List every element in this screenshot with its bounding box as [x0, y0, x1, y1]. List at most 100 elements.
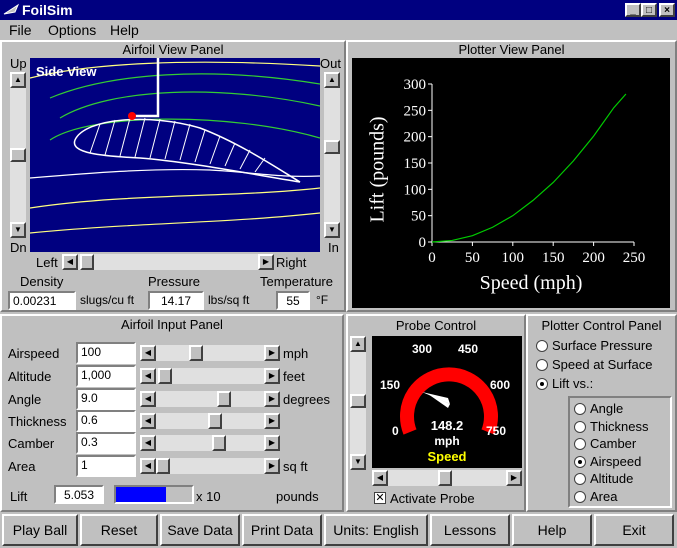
airfoil-view-canvas[interactable]: Side View [30, 58, 320, 252]
probe-horizontal-scrollbar[interactable]: ◀ ▶ [372, 470, 522, 486]
lift-vs-radio-thickness[interactable] [574, 420, 586, 433]
x-tick-label: 150 [542, 250, 565, 266]
lift-vs-radio-airspeed[interactable] [574, 455, 586, 468]
lift-vs-label-camber[interactable]: Camber [590, 436, 636, 451]
lift-vs-label-angle[interactable]: Angle [590, 401, 623, 416]
airspeed-slider[interactable]: ◀ ▶ [140, 345, 280, 361]
activate-probe-checkbox[interactable]: ✕ [374, 492, 386, 504]
lift-vs-label-altitude[interactable]: Altitude [590, 471, 633, 486]
thickness-label: Thickness [8, 414, 67, 429]
up-label: Up [10, 56, 27, 71]
thickness-slider-left-button[interactable]: ◀ [140, 413, 156, 429]
angle-slider[interactable]: ◀ ▶ [140, 391, 280, 407]
minimize-button[interactable]: _ [625, 3, 641, 17]
y-tick-label: 200 [404, 130, 427, 146]
save-data-button[interactable]: Save Data [160, 514, 240, 546]
probe-vertical-scrollbar[interactable]: ▲ ▼ [350, 336, 366, 470]
help-button[interactable]: Help [512, 514, 592, 546]
area-slider-left-button[interactable]: ◀ [140, 458, 156, 474]
area-field[interactable]: 1 [76, 455, 136, 477]
lift-vs-radio-altitude[interactable] [574, 473, 586, 485]
probe-horizontal-thumb[interactable] [438, 470, 452, 486]
zoom-thumb[interactable] [324, 140, 340, 154]
lift-vs-label-airspeed[interactable]: Airspeed [590, 454, 641, 469]
activate-probe-label[interactable]: Activate Probe [390, 491, 475, 506]
probe-left-button[interactable]: ◀ [372, 470, 388, 486]
lift-vs-radio-area[interactable] [574, 490, 586, 503]
airspeed-slider-left-button[interactable]: ◀ [140, 345, 156, 361]
lift-vs-radio-camber[interactable] [574, 438, 586, 450]
altitude-slider-thumb[interactable] [158, 368, 172, 384]
plot-option-label-1[interactable]: Speed at Surface [552, 357, 652, 372]
temperature-field[interactable]: 55 [276, 291, 310, 310]
thickness-slider[interactable]: ◀ ▶ [140, 413, 280, 429]
camber-field[interactable]: 0.3 [76, 432, 136, 454]
menu-options[interactable]: Options [48, 22, 96, 38]
play-ball-button[interactable]: Play Ball [2, 514, 78, 546]
menu-help[interactable]: Help [110, 22, 139, 38]
camber-slider-left-button[interactable]: ◀ [140, 435, 156, 451]
probe-down-button[interactable]: ▼ [350, 454, 366, 470]
plot-option-radio-1[interactable] [536, 359, 548, 371]
camber-slider[interactable]: ◀ ▶ [140, 435, 280, 451]
area-slider-thumb[interactable] [156, 458, 170, 474]
airspeed-slider-thumb[interactable] [189, 345, 203, 361]
area-slider-right-button[interactable]: ▶ [264, 458, 280, 474]
lift-vs-label-thickness[interactable]: Thickness [590, 419, 649, 434]
close-button[interactable]: × [659, 3, 675, 17]
scroll-down-button[interactable]: ▼ [10, 222, 26, 238]
altitude-field[interactable]: 1,000 [76, 365, 136, 387]
probe-up-button[interactable]: ▲ [350, 336, 366, 352]
density-field[interactable]: 0.00231 [8, 291, 76, 310]
probe-right-button[interactable]: ▶ [506, 470, 522, 486]
angle-slider-left-button[interactable]: ◀ [140, 391, 156, 407]
plot-option-label-0[interactable]: Surface Pressure [552, 338, 652, 353]
thickness-slider-right-button[interactable]: ▶ [264, 413, 280, 429]
horizontal-thumb[interactable] [80, 254, 94, 270]
thickness-slider-thumb[interactable] [208, 413, 222, 429]
angle-field[interactable]: 9.0 [76, 388, 136, 410]
gauge-label-600: 600 [490, 378, 511, 392]
probe-vertical-thumb[interactable] [350, 394, 366, 408]
in-label: In [328, 240, 339, 255]
plot-option-radio-2[interactable] [536, 378, 548, 390]
zoom-up-button[interactable]: ▲ [324, 72, 340, 88]
lift-vs-label-area[interactable]: Area [590, 489, 617, 504]
scroll-up-button[interactable]: ▲ [10, 72, 26, 88]
altitude-slider-right-button[interactable]: ▶ [264, 368, 280, 384]
angle-slider-thumb[interactable] [217, 391, 231, 407]
print-data-button[interactable]: Print Data [242, 514, 322, 546]
zoom-down-button[interactable]: ▼ [324, 222, 340, 238]
thickness-field[interactable]: 0.6 [76, 410, 136, 432]
camber-slider-thumb[interactable] [212, 435, 226, 451]
area-unit: sq ft [283, 459, 308, 474]
plotter-control-title: Plotter Control Panel [541, 318, 662, 333]
pressure-field[interactable]: 14.17 [148, 291, 204, 310]
plot-option-label-2[interactable]: Lift vs.: [552, 376, 593, 391]
scroll-left-button[interactable]: ◀ [62, 254, 78, 270]
airspeed-slider-right-button[interactable]: ▶ [264, 345, 280, 361]
altitude-slider-left-button[interactable]: ◀ [140, 368, 156, 384]
area-slider[interactable]: ◀ ▶ [140, 458, 280, 474]
lift-bar [114, 485, 194, 504]
camber-slider-right-button[interactable]: ▶ [264, 435, 280, 451]
scroll-right-button[interactable]: ▶ [258, 254, 274, 270]
angle-slider-right-button[interactable]: ▶ [264, 391, 280, 407]
exit-button[interactable]: Exit [594, 514, 674, 546]
scroll-thumb[interactable] [10, 148, 26, 162]
airfoil-view-title: Airfoil View Panel [122, 42, 224, 57]
view-horizontal-scrollbar[interactable]: ◀ ▶ [62, 254, 274, 270]
lift-vs-radio-angle[interactable] [574, 403, 586, 415]
view-vertical-scrollbar[interactable]: ▲ ▼ [10, 72, 26, 238]
plot-option-radio-0[interactable] [536, 340, 548, 352]
menu-file[interactable]: File [9, 22, 32, 38]
lift-plot: 0 50 100 150 200 250 0 50 100 150 200 250 300 Speed … [352, 58, 670, 308]
view-zoom-scrollbar[interactable]: ▲ ▼ [324, 72, 340, 238]
units-english-button[interactable]: Units: English [324, 514, 428, 546]
lessons-button[interactable]: Lessons [430, 514, 510, 546]
airspeed-field[interactable]: 100 [76, 342, 136, 364]
plot-ylabel: Lift (pounds) [366, 116, 389, 223]
altitude-slider[interactable]: ◀ ▶ [140, 368, 280, 384]
reset-button[interactable]: Reset [80, 514, 158, 546]
maximize-button[interactable]: □ [641, 3, 657, 17]
